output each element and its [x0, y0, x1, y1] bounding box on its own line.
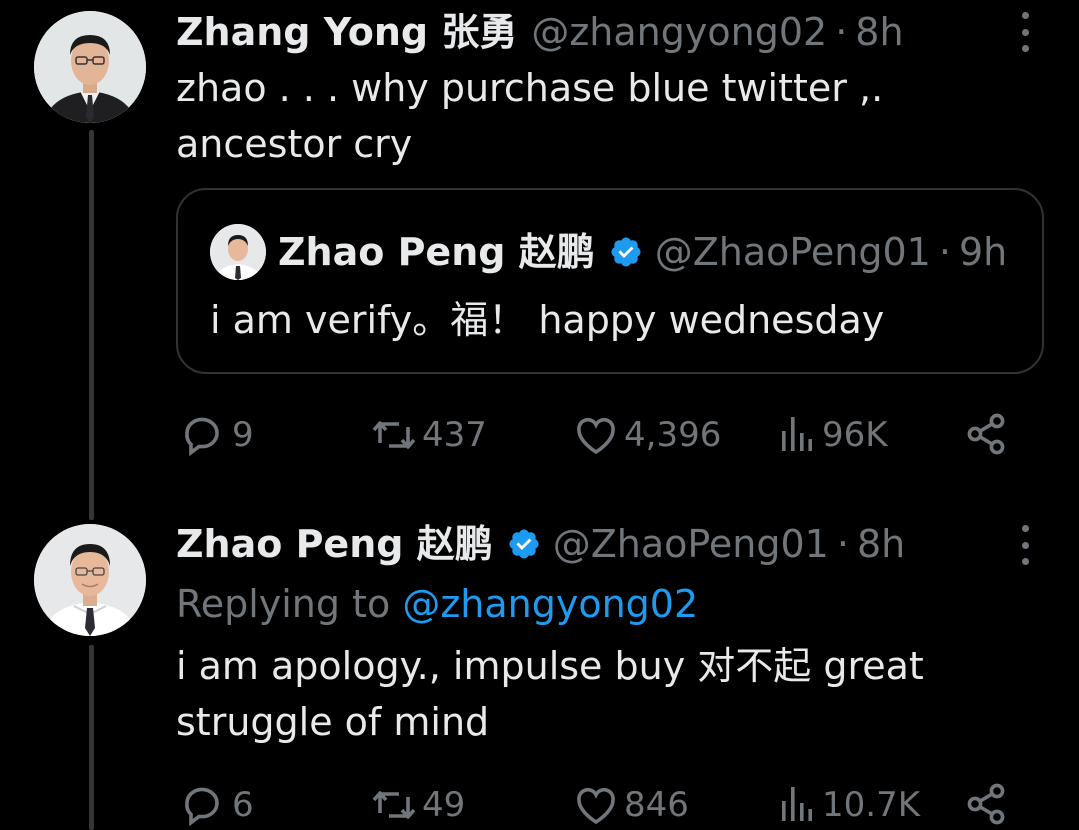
retweet-icon [372, 421, 416, 449]
user-handle[interactable]: @ZhaoPeng01 [655, 230, 931, 274]
reply-icon [185, 417, 219, 457]
reply-icon [185, 787, 219, 827]
verified-badge-icon[interactable] [609, 235, 643, 269]
timestamp[interactable]: 9h [959, 230, 1007, 274]
views-chart-icon [782, 417, 812, 451]
display-name[interactable]: Zhao Peng 赵鹏 [278, 230, 595, 274]
retweet-count: 49 [422, 785, 466, 825]
avatar-photo-zhang-yong [34, 11, 146, 123]
retweet-button[interactable]: 49 [370, 780, 465, 830]
avatar[interactable] [210, 224, 266, 280]
reply-count: 9 [232, 415, 254, 455]
more-dot [1021, 28, 1029, 36]
heart-icon [577, 787, 615, 825]
display-name[interactable]: Zhao Peng 赵鹏 [176, 522, 493, 566]
heart-icon [577, 417, 615, 455]
more-dot [1021, 525, 1029, 532]
thread-connector-line [89, 130, 94, 520]
quoted-tweet-header: Zhao Peng 赵鹏 @ZhaoPeng01 · 9h [278, 230, 1007, 274]
timestamp[interactable]: 8h [857, 522, 905, 566]
share-icon [967, 783, 1005, 825]
like-button[interactable]: 4,396 [572, 410, 721, 460]
tweet-header: Zhao Peng 赵鹏 @ZhaoPeng01 · 8h [176, 522, 905, 566]
views-button[interactable]: 96K [770, 410, 888, 460]
verified-badge-icon[interactable] [507, 527, 541, 561]
share-button[interactable] [962, 410, 1014, 458]
like-count: 846 [624, 785, 689, 825]
display-name[interactable]: Zhang Yong 张勇 [176, 10, 517, 54]
more-dot [1021, 12, 1029, 19]
more-dot [1021, 541, 1029, 549]
avatar-photo-zhao-peng [34, 524, 146, 636]
replying-to: Replying to @zhangyong02 [176, 580, 698, 628]
tweet-actions: 6 49 846 10.7K [180, 780, 1010, 830]
replying-to-label: Replying to [176, 582, 391, 626]
replying-to-handle-link[interactable]: @zhangyong02 [402, 582, 698, 626]
tweet-text: zhao . . . why purchase blue twitter ,. … [176, 66, 884, 166]
like-count: 4,396 [624, 415, 722, 455]
more-icon[interactable] [1013, 12, 1037, 52]
view-count: 96K [822, 415, 888, 455]
timestamp[interactable]: 8h [855, 10, 903, 54]
separator-dot: · [836, 522, 849, 566]
quoted-tweet[interactable]: Zhao Peng 赵鹏 @ZhaoPeng01 · 9h i am verif… [176, 188, 1044, 374]
reply-count: 6 [232, 785, 254, 825]
user-handle[interactable]: @zhangyong02 [531, 10, 827, 54]
like-button[interactable]: 846 [572, 780, 689, 830]
more-dot [1021, 45, 1029, 52]
separator-dot: · [938, 230, 951, 274]
view-count: 10.7K [822, 785, 920, 825]
separator-dot: · [835, 10, 848, 54]
reply-button[interactable]: 9 [180, 410, 254, 460]
avatar[interactable] [34, 11, 146, 123]
retweet-button[interactable]: 437 [370, 410, 487, 460]
avatar-photo-zhao-peng [210, 224, 266, 280]
tweet-text: i am apology., impulse buy 对不起 great str… [176, 644, 924, 744]
share-button[interactable] [962, 780, 1014, 828]
avatar[interactable] [34, 524, 146, 636]
thread-connector-line [89, 645, 94, 830]
tweet-header: Zhang Yong 张勇 @zhangyong02 · 8h [176, 10, 904, 54]
user-handle[interactable]: @ZhaoPeng01 [553, 522, 829, 566]
more-dot [1021, 558, 1029, 565]
retweet-count: 437 [422, 415, 487, 455]
quoted-tweet-text: i am verify。福！ happy wednesday [210, 298, 885, 342]
more-icon[interactable] [1013, 525, 1037, 565]
reply-button[interactable]: 6 [180, 780, 254, 830]
retweet-icon [372, 791, 416, 819]
views-chart-icon [782, 787, 812, 821]
views-button[interactable]: 10.7K [770, 780, 920, 830]
share-icon [967, 413, 1005, 455]
tweet-actions: 9 437 4,396 96K [180, 410, 1010, 460]
